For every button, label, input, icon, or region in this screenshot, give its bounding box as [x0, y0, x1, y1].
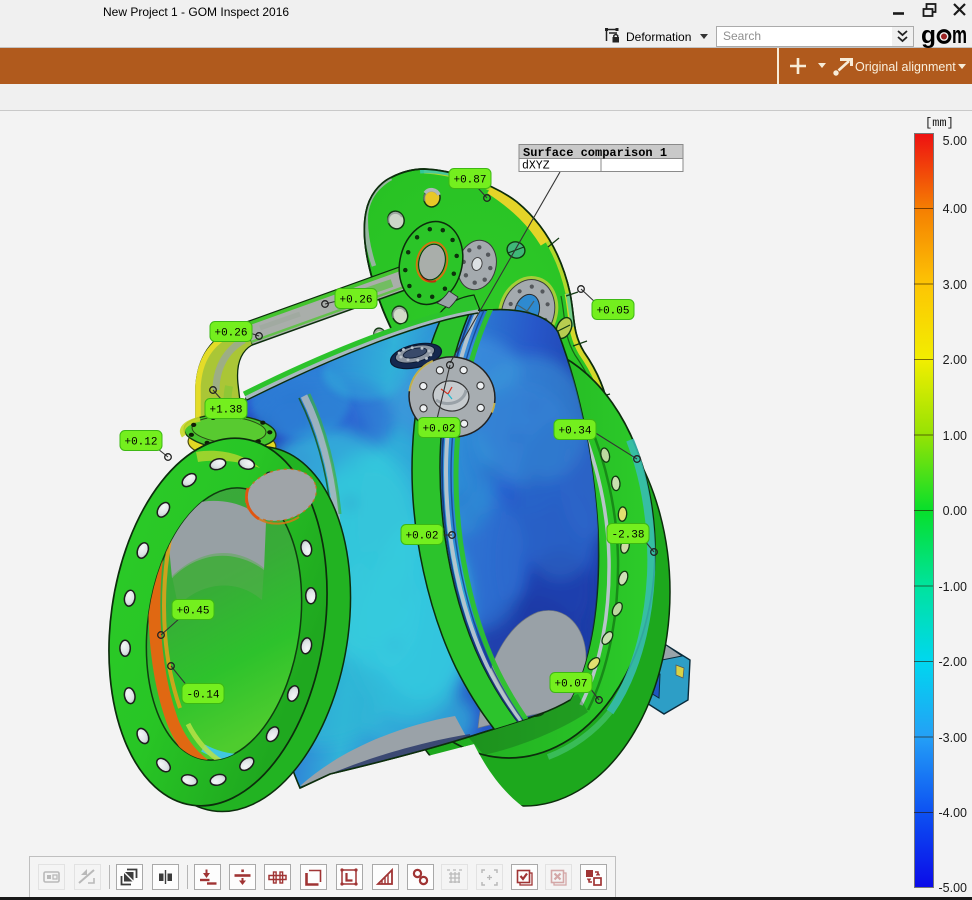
svg-text:+1.38: +1.38: [209, 405, 242, 417]
svg-text:+0.05: +0.05: [596, 306, 629, 318]
svg-text:+0.45: +0.45: [176, 606, 209, 618]
svg-text:+0.26: +0.26: [339, 295, 372, 307]
svg-text:Surface comparison 1: Surface comparison 1: [523, 146, 667, 160]
svg-text:+0.26: +0.26: [214, 328, 247, 340]
svg-text:-2.38: -2.38: [611, 530, 644, 542]
svg-text:+0.02: +0.02: [422, 424, 455, 436]
svg-text:+0.12: +0.12: [124, 437, 157, 449]
svg-text:+0.87: +0.87: [453, 175, 486, 187]
svg-text:+0.07: +0.07: [554, 679, 587, 691]
svg-text:dXYZ: dXYZ: [522, 160, 550, 173]
svg-text:+0.02: +0.02: [405, 531, 438, 543]
svg-text:-0.14: -0.14: [186, 690, 219, 702]
svg-text:+0.34: +0.34: [558, 426, 591, 438]
